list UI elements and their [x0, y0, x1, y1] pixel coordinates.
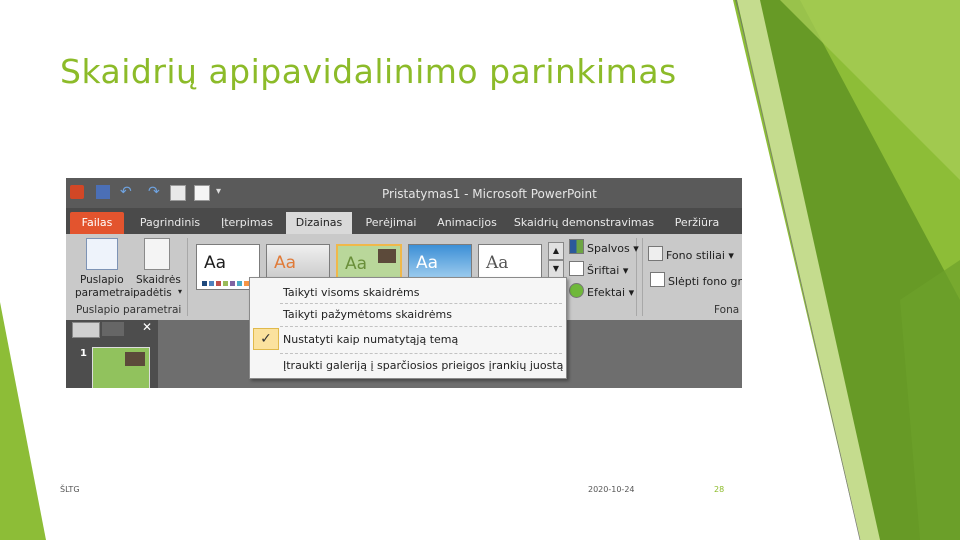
- open-icon[interactable]: [194, 185, 210, 201]
- tab-home[interactable]: Pagrindinis: [132, 212, 208, 234]
- checkbox-icon: [650, 272, 665, 287]
- redo-icon[interactable]: ↷: [148, 185, 162, 199]
- footer-page-number: 28: [714, 485, 725, 494]
- menu-item-apply-all[interactable]: Taikyti visoms skaidrėms: [283, 286, 419, 299]
- background-styles-button[interactable]: Fono stiliai ▾: [648, 246, 734, 262]
- menu-divider: [280, 353, 562, 354]
- customize-icon[interactable]: ▾: [216, 185, 230, 199]
- background-styles-label: Fono stiliai: [666, 249, 725, 262]
- effects-icon: [569, 283, 584, 298]
- group-label-background: Fona: [714, 304, 740, 316]
- effects-label: Efektai: [587, 286, 626, 299]
- tab-insert[interactable]: Įterpimas: [214, 212, 280, 234]
- page-setup-button-line1[interactable]: Puslapio: [80, 274, 124, 286]
- theme-accent-block: [378, 249, 396, 263]
- fonts-icon: [569, 261, 584, 276]
- fonts-label: Šriftai: [587, 264, 620, 277]
- theme-sample: Aa: [486, 253, 509, 273]
- powerpoint-icon[interactable]: [70, 185, 84, 199]
- chevron-down-icon[interactable]: ▾: [178, 287, 182, 296]
- gallery-scroll-down[interactable]: ▼: [548, 260, 564, 278]
- paint-bucket-icon: [648, 246, 663, 261]
- theme-color-swatches: [202, 281, 249, 286]
- colors-icon: [569, 239, 584, 254]
- title-bar: ↶ ↷ ▾ Pristatymas1 - Microsoft PowerPoin…: [66, 178, 742, 208]
- window-title: Pristatymas1 - Microsoft PowerPoint: [382, 187, 597, 201]
- tab-slide-show[interactable]: Skaidrių demonstravimas: [512, 212, 656, 234]
- footer-date: 2020-10-24: [588, 485, 635, 494]
- menu-item-apply-selected[interactable]: Taikyti pažymėtoms skaidrėms: [283, 308, 452, 321]
- tab-design[interactable]: Dizainas: [286, 212, 352, 234]
- tab-animations[interactable]: Animacijos: [432, 212, 502, 234]
- slide-orientation-icon[interactable]: [144, 238, 170, 270]
- gallery-scroll-up[interactable]: ▲: [548, 242, 564, 260]
- tab-review[interactable]: Peržiūra: [666, 212, 728, 234]
- menu-divider: [280, 326, 562, 327]
- group-label-page-setup: Puslapio parametrai: [76, 304, 182, 316]
- slide-thumbnail[interactable]: [92, 347, 150, 388]
- tab-slides[interactable]: [72, 322, 100, 338]
- hide-background-checkbox[interactable]: Slėpti fono gra: [650, 272, 742, 288]
- theme-sample: Aa: [416, 253, 439, 273]
- menu-item-add-to-qat[interactable]: Įtraukti galeriją į sparčiosios prieigos…: [283, 359, 563, 372]
- close-icon[interactable]: ✕: [142, 320, 152, 334]
- theme-context-menu: Taikyti visoms skaidrėms Taikyti pažymėt…: [249, 277, 567, 379]
- powerpoint-screenshot: ↶ ↷ ▾ Pristatymas1 - Microsoft PowerPoin…: [66, 178, 742, 388]
- thumbnail-accent: [125, 352, 145, 366]
- effects-button[interactable]: Efektai ▾: [569, 283, 634, 299]
- group-separator: [187, 238, 188, 316]
- slide-number: 1: [80, 348, 87, 359]
- new-slide-icon[interactable]: [170, 185, 186, 201]
- tab-transitions[interactable]: Perėjimai: [358, 212, 424, 234]
- theme-sample: Aa: [274, 253, 297, 273]
- checkmark-icon: ✓: [253, 328, 279, 350]
- theme-sample: Aa: [204, 253, 227, 273]
- menu-item-set-default[interactable]: Nustatyti kaip numatytąją temą: [283, 333, 458, 346]
- menu-divider: [280, 303, 562, 304]
- group-separator: [642, 238, 643, 316]
- page-setup-button-line2[interactable]: parametrai: [75, 287, 133, 299]
- slide-title: Skaidrių apipavidalinimo parinkimas: [60, 52, 677, 91]
- tab-file[interactable]: Failas: [70, 212, 124, 234]
- page-setup-icon[interactable]: [86, 238, 118, 270]
- colors-button[interactable]: Spalvos ▾: [569, 239, 639, 255]
- fonts-button[interactable]: Šriftai ▾: [569, 261, 628, 277]
- colors-label: Spalvos: [587, 242, 630, 255]
- undo-icon[interactable]: ↶: [120, 185, 134, 199]
- ribbon-tabs: Failas Pagrindinis Įterpimas Dizainas Pe…: [66, 208, 742, 234]
- theme-sample: Aa: [345, 254, 368, 274]
- footer-organization: ŠLTG: [60, 485, 80, 494]
- save-icon[interactable]: [96, 185, 110, 199]
- tab-outline[interactable]: [102, 322, 124, 336]
- slide-orientation-line2[interactable]: padėtis: [133, 287, 172, 299]
- slide-orientation-line1[interactable]: Skaidrės: [136, 274, 181, 286]
- hide-background-label: Slėpti fono gra: [668, 275, 742, 288]
